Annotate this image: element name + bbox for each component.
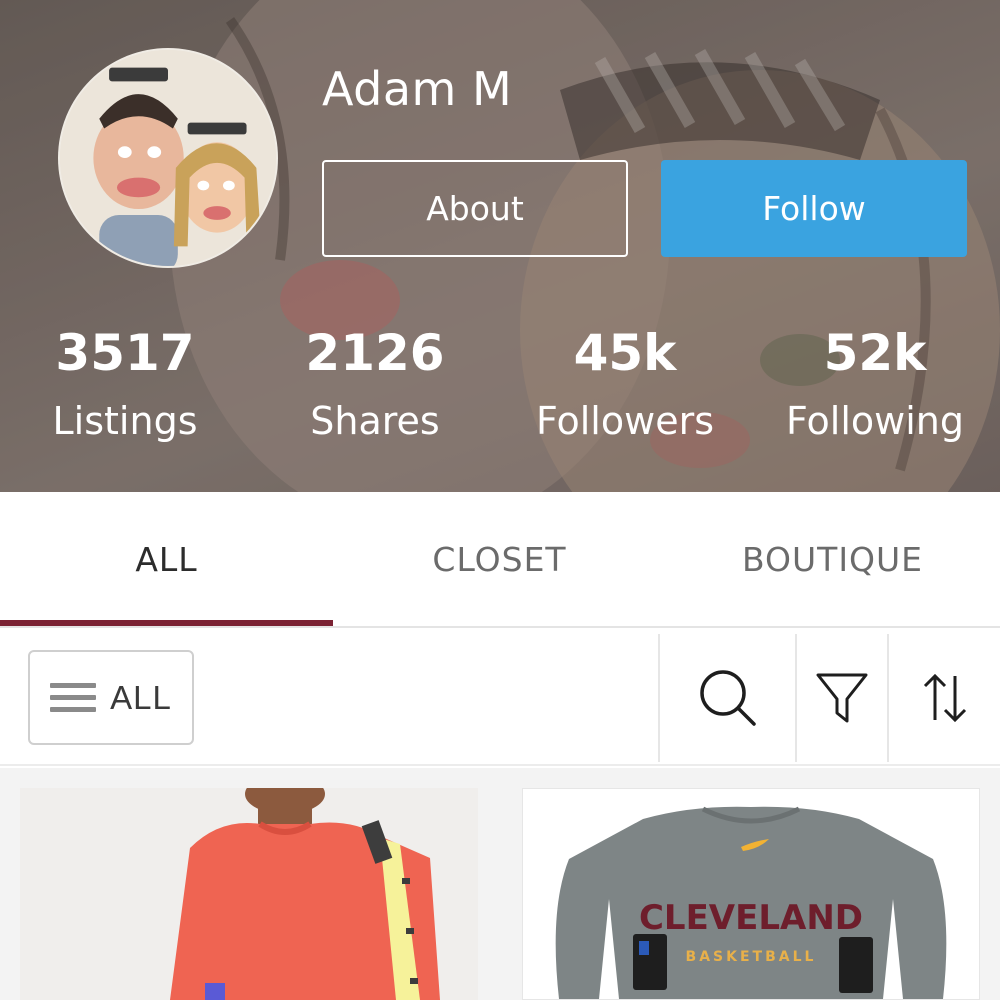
follow-button[interactable]: Follow [661,160,967,257]
stat-value: 3517 [55,324,195,382]
category-filter-label: ALL [110,678,172,716]
listing-card[interactable] [20,788,478,1000]
active-tab-indicator [0,620,333,626]
sort-icon [923,673,966,723]
search-icon [699,670,756,726]
shirt-print-subtext: BASKETBALL [686,949,817,965]
category-filter-button[interactable]: ALL [28,650,194,745]
filter-button[interactable] [797,640,887,756]
stat-listings[interactable]: 3517 Listings [0,320,250,456]
stat-shares[interactable]: 2126 Shares [250,320,500,456]
tab-closet[interactable]: CLOSET [333,492,666,626]
stat-label: Shares [310,399,440,443]
avatar[interactable] [58,48,278,268]
menu-icon [50,681,97,715]
filter-bar: ALL [0,630,1000,766]
listing-card[interactable]: CLEVELAND BASKETBALL [522,788,980,1000]
shirt-print-text: CLEVELAND [639,898,863,938]
search-button[interactable] [660,640,795,756]
sort-button[interactable] [889,640,1000,756]
stat-label: Listings [52,399,198,443]
profile-name: Adam M [322,62,513,116]
stat-label: Followers [536,399,714,443]
listing-grid: CLEVELAND BASKETBALL [0,768,1000,1000]
about-button[interactable]: About [322,160,628,257]
stat-value: 2126 [305,324,445,382]
tab-all[interactable]: ALL [0,492,333,626]
profile-stats: 3517 Listings 2126 Shares 45k Followers … [0,320,1000,460]
stat-followers[interactable]: 45k Followers [500,320,750,456]
avatar-image [60,50,276,266]
stat-value: 45k [573,324,677,382]
stat-following[interactable]: 52k Following [750,320,1000,456]
listing-image: CLEVELAND BASKETBALL [523,789,979,999]
closet-tabs: ALL CLOSET BOUTIQUE [0,492,1000,628]
stat-label: Following [786,399,964,443]
filter-icon [816,673,868,723]
profile-header: Adam M About Follow 3517 Listings 2126 S… [0,0,1000,492]
listing-image [20,788,478,1000]
tab-boutique[interactable]: BOUTIQUE [666,492,999,626]
stat-value: 52k [823,324,927,382]
